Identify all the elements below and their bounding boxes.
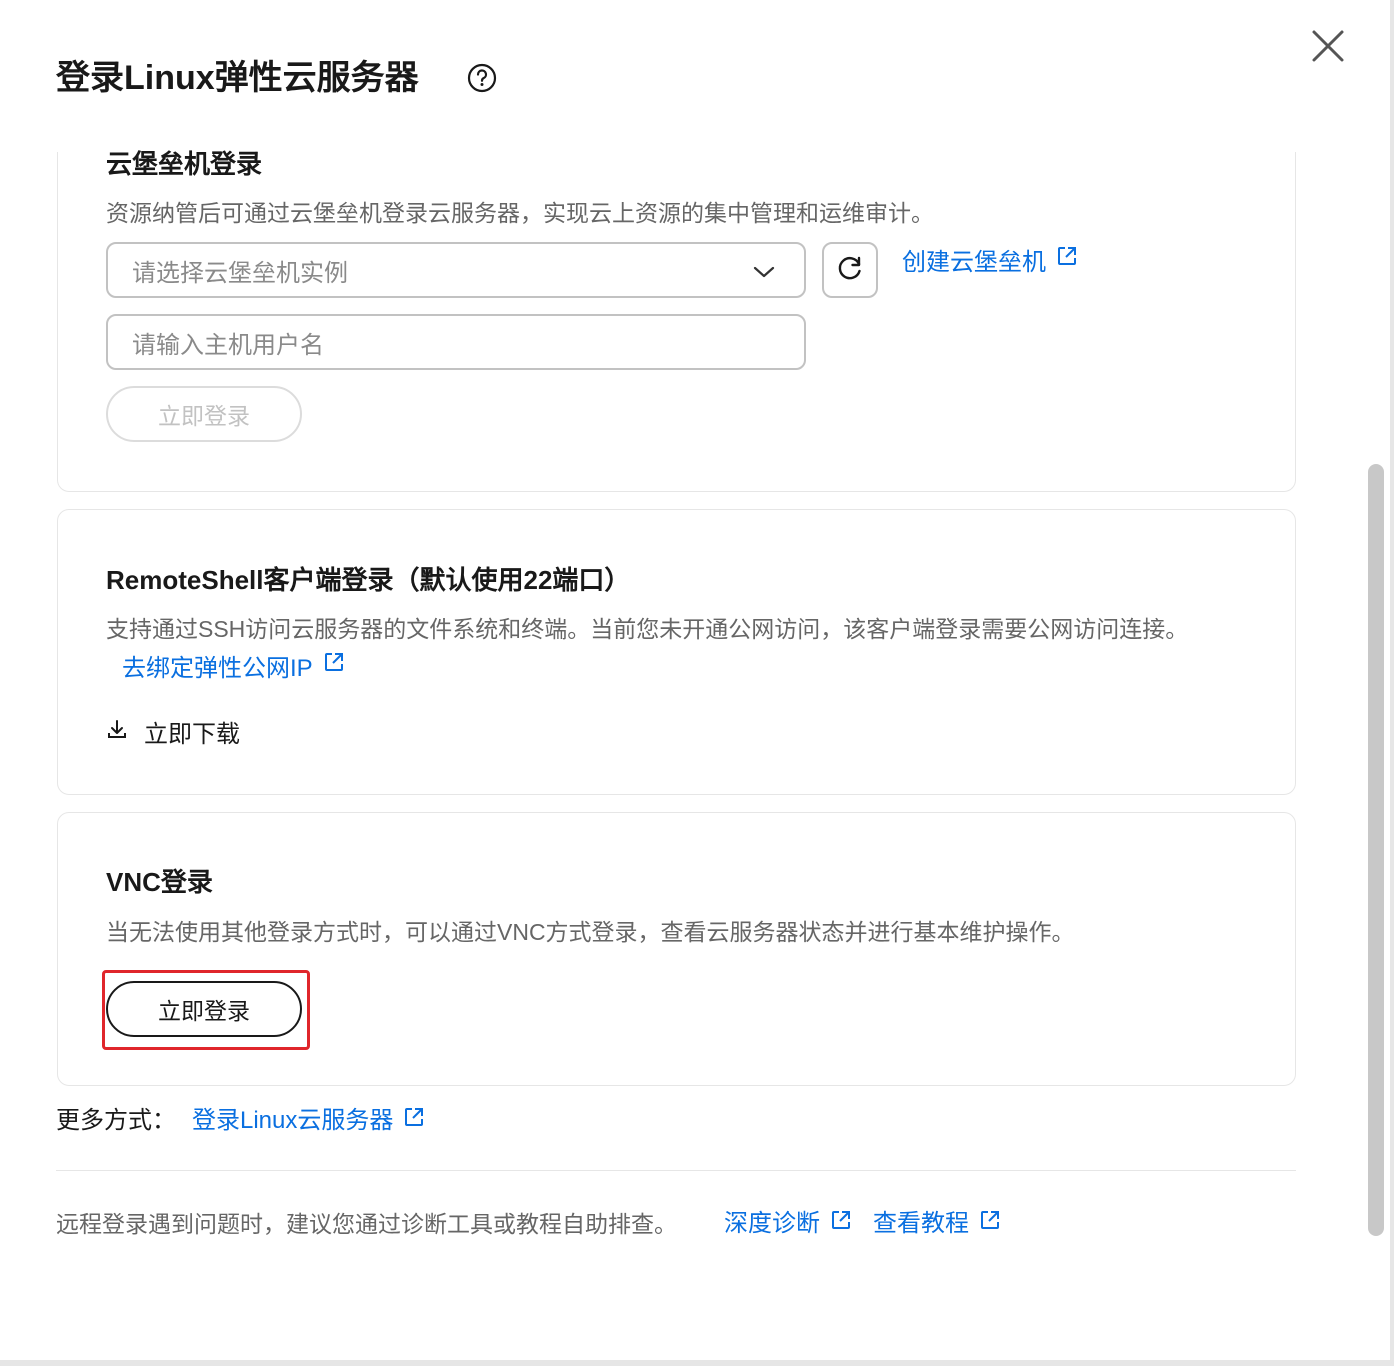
external-link-icon: [393, 1104, 425, 1138]
question-circle-icon[interactable]: [466, 62, 498, 94]
download-button[interactable]: 立即下载: [106, 714, 240, 749]
deep-diagnose-link-label: 深度诊断: [724, 1210, 820, 1237]
create-bastion-link[interactable]: 创建云堡垒机: [902, 242, 1078, 277]
download-icon: [106, 718, 128, 745]
vnc-title: VNC登录: [106, 867, 213, 897]
create-bastion-link-label: 创建云堡垒机: [902, 249, 1046, 276]
bastion-title: 云堡垒机登录: [106, 149, 263, 179]
bind-eip-link-label: 去绑定弹性公网IP: [122, 655, 313, 682]
external-link-icon: [969, 1207, 1001, 1241]
refresh-button[interactable]: [822, 242, 878, 298]
window-edge-bottom: [0, 1360, 1394, 1366]
refresh-icon: [835, 253, 865, 288]
host-username-input[interactable]: 请输入主机用户名: [106, 314, 806, 370]
divider: [56, 1170, 1296, 1171]
download-label: 立即下载: [144, 721, 240, 748]
bastion-select-placeholder: 请选择云堡垒机实例: [132, 259, 348, 287]
view-tutorial-link[interactable]: 查看教程: [873, 1207, 1001, 1241]
login-linux-link[interactable]: 登录Linux云服务器: [192, 1104, 425, 1138]
bastion-instance-select[interactable]: 请选择云堡垒机实例: [106, 242, 806, 298]
bastion-description: 资源纳管后可通过云堡垒机登录云服务器，实现云上资源的集中管理和运维审计。: [106, 200, 934, 226]
external-link-icon: [1046, 245, 1078, 274]
footer-hint: 远程登录遇到问题时，建议您通过诊断工具或教程自助排查。: [56, 1211, 677, 1237]
vnc-description: 当无法使用其他登录方式时，可以通过VNC方式登录，查看云服务器状态并进行基本维护…: [106, 919, 1075, 945]
host-username-placeholder: 请输入主机用户名: [132, 331, 324, 359]
bind-eip-link[interactable]: 去绑定弹性公网IP: [122, 648, 345, 683]
remoteshell-title: RemoteShell客户端登录（默认使用22端口）: [106, 565, 631, 595]
login-linux-link-label: 登录Linux云服务器: [192, 1107, 394, 1134]
close-icon[interactable]: [1308, 26, 1348, 66]
deep-diagnose-link[interactable]: 深度诊断: [724, 1207, 852, 1241]
bastion-login-button[interactable]: 立即登录: [106, 386, 302, 442]
external-link-icon: [820, 1207, 852, 1241]
scroll-mask: [40, 98, 1330, 152]
vnc-login-button[interactable]: 立即登录: [106, 981, 302, 1037]
external-link-icon: [313, 651, 345, 680]
remoteshell-description: 支持通过SSH访问云服务器的文件系统和终端。当前您未开通公网访问，该客户端登录需…: [106, 616, 1189, 642]
dialog-title: 登录Linux弹性云服务器: [56, 59, 419, 97]
scrollbar-thumb[interactable]: [1368, 464, 1384, 1236]
view-tutorial-link-label: 查看教程: [873, 1210, 969, 1237]
window-edge: [1390, 0, 1394, 1366]
more-methods-label: 更多方式：: [56, 1107, 176, 1134]
chevron-down-icon: [752, 260, 776, 291]
